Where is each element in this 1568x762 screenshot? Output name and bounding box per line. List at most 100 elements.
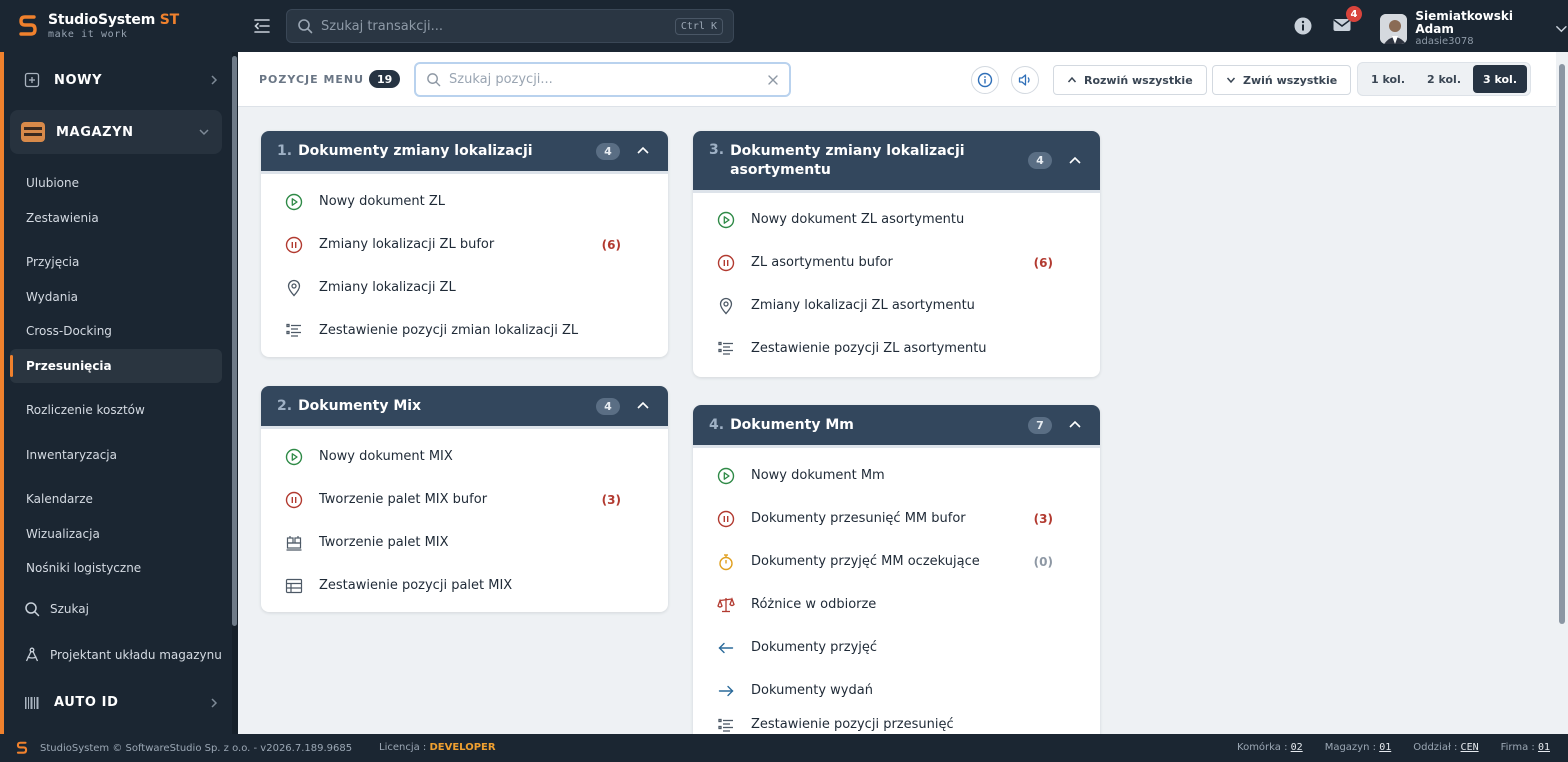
pause-circle-icon bbox=[285, 491, 303, 508]
chevron-up-icon[interactable] bbox=[634, 397, 652, 415]
arrow-left-icon bbox=[718, 642, 734, 653]
menu-row-label: Zestawienie pozycji przesunięć bbox=[751, 717, 954, 732]
menu-row[interactable]: Zmiany lokalizacji ZL asortymentu bbox=[693, 284, 1100, 327]
menu-row[interactable]: Tworzenie palet MIX bbox=[261, 521, 668, 564]
app-tagline: make it work bbox=[48, 28, 128, 40]
barcode-icon bbox=[25, 696, 39, 709]
sidebar-scrollbar-thumb[interactable] bbox=[232, 56, 237, 626]
search-icon bbox=[427, 73, 441, 87]
menu-row-label: Zmiany lokalizacji ZL bufor bbox=[319, 237, 495, 252]
footer-field-magazyn[interactable]: Magazyn : 01 bbox=[1325, 742, 1392, 753]
sidebar-item-przesuniecia[interactable]: Przesunięcia bbox=[10, 348, 222, 383]
menu-row[interactable]: Zestawienie pozycji przesunięć bbox=[693, 712, 1100, 734]
card-header[interactable]: 1. Dokumenty zmiany lokalizacji 4 bbox=[261, 131, 668, 174]
play-circle-icon bbox=[285, 193, 303, 210]
card-body: Nowy dokument ZL Zmiany lokalizacji ZL b… bbox=[261, 174, 668, 352]
menu-row[interactable]: Dokumenty przyjęć bbox=[693, 626, 1100, 669]
sidebar-item-ulubione[interactable]: Ulubione bbox=[4, 166, 238, 201]
chevron-up-icon[interactable] bbox=[634, 142, 652, 160]
sidebar-search[interactable]: Szukaj bbox=[4, 586, 238, 632]
menu-card: 4. Dokumenty Mm 7 Nowy dokument Mm Dokum… bbox=[693, 405, 1100, 734]
menu-row[interactable]: Dokumenty wydań bbox=[693, 669, 1100, 712]
sidebar-toggle-icon[interactable] bbox=[252, 16, 272, 36]
menu-row-label: Nowy dokument MIX bbox=[319, 449, 453, 464]
sound-button[interactable] bbox=[1011, 66, 1039, 94]
sidebar-item-inwentaryzacja[interactable]: Inwentaryzacja bbox=[4, 438, 238, 473]
menu-row[interactable]: Dokumenty przyjęć MM oczekujące (0) bbox=[693, 540, 1100, 583]
sidebar-section-label: NOWY bbox=[54, 72, 103, 88]
footer-field-oddzial[interactable]: Oddział : CEN bbox=[1413, 742, 1478, 753]
footer-field-firma[interactable]: Firma : 01 bbox=[1501, 742, 1550, 753]
menu-row-count: (6) bbox=[1033, 255, 1053, 270]
sidebar-search-label: Szukaj bbox=[50, 601, 89, 616]
brand[interactable]: StudioSystem ST make it work bbox=[0, 0, 238, 52]
menu-row[interactable]: Zestawienie pozycji ZL asortymentu bbox=[693, 327, 1100, 370]
menu-row[interactable]: Tworzenie palet MIX bufor (3) bbox=[261, 478, 668, 521]
footer-context: Komórka : 02 Magazyn : 01 Oddział : CEN … bbox=[1237, 742, 1550, 753]
menu-card: 3. Dokumenty zmiany lokalizacji asortyme… bbox=[693, 131, 1100, 377]
card-header[interactable]: 3. Dokumenty zmiany lokalizacji asortyme… bbox=[693, 131, 1100, 193]
sidebar-item-wydania[interactable]: Wydania bbox=[4, 280, 238, 315]
user-menu[interactable]: Siemiatkowski Adam adasie3078 bbox=[1380, 9, 1568, 47]
menu-row-label: Zestawienie pozycji ZL asortymentu bbox=[751, 341, 987, 356]
menu-row[interactable]: Dokumenty przesunięć MM bufor (3) bbox=[693, 497, 1100, 540]
collapse-all-button[interactable]: Zwiń wszystkie bbox=[1212, 65, 1352, 95]
sidebar-item-zestawienia[interactable]: Zestawienia bbox=[4, 201, 238, 236]
status-bar: StudioSystem © SoftwareStudio Sp. z o.o.… bbox=[0, 734, 1568, 762]
pause-circle-icon bbox=[717, 510, 735, 527]
play-circle-icon bbox=[285, 448, 303, 465]
info-button[interactable] bbox=[971, 66, 999, 94]
plus-square-icon bbox=[24, 72, 40, 88]
menu-row[interactable]: Nowy dokument ZL bbox=[261, 180, 668, 223]
transaction-search[interactable]: Ctrl K bbox=[286, 9, 734, 43]
sidebar-item-wizualizacja[interactable]: Wizualizacja bbox=[4, 517, 238, 552]
main-scrollbar-thumb[interactable] bbox=[1559, 64, 1565, 624]
sidebar-item-rozliczenie-kosztow[interactable]: Rozliczenie kosztów bbox=[4, 393, 238, 428]
sidebar-item-nosniki-logistyczne[interactable]: Nośniki logistyczne bbox=[4, 551, 238, 586]
position-search[interactable] bbox=[414, 62, 791, 97]
footer-field-komorka[interactable]: Komórka : 02 bbox=[1237, 742, 1303, 753]
card-number: 4. bbox=[709, 417, 725, 433]
card-title: Dokumenty zmiany lokalizacji bbox=[298, 142, 533, 159]
menu-row-label: Dokumenty przyjęć MM oczekujące bbox=[751, 554, 980, 569]
column-option-3[interactable]: 3 kol. bbox=[1473, 65, 1527, 93]
sidebar-item-przyjecia[interactable]: Przyjęcia bbox=[4, 245, 238, 280]
card-header[interactable]: 4. Dokumenty Mm 7 bbox=[693, 405, 1100, 448]
menu-row[interactable]: ZL asortymentu bufor (6) bbox=[693, 241, 1100, 284]
menu-row-count: (3) bbox=[1033, 511, 1053, 526]
expand-all-button[interactable]: Rozwiń wszystkie bbox=[1053, 65, 1207, 95]
column-option-2[interactable]: 2 kol. bbox=[1417, 65, 1471, 93]
menu-row[interactable]: Nowy dokument MIX bbox=[261, 435, 668, 478]
menu-row[interactable]: Zmiany lokalizacji ZL bufor (6) bbox=[261, 223, 668, 266]
chevron-down-icon bbox=[1226, 77, 1236, 84]
menu-row[interactable]: Różnice w odbiorze bbox=[693, 583, 1100, 626]
transaction-search-input[interactable] bbox=[321, 18, 675, 34]
menu-row[interactable]: Zmiany lokalizacji ZL bbox=[261, 266, 668, 309]
speaker-icon bbox=[1018, 74, 1030, 86]
sidebar-section-new[interactable]: NOWY bbox=[4, 60, 238, 100]
chevron-down-icon bbox=[1556, 25, 1567, 32]
menu-row[interactable]: Zestawienie pozycji zmian lokalizacji ZL bbox=[261, 309, 668, 352]
chevron-up-icon[interactable] bbox=[1066, 152, 1084, 170]
menu-row[interactable]: Zestawienie pozycji palet MIX bbox=[261, 564, 668, 607]
card-count-badge: 4 bbox=[596, 397, 620, 415]
sidebar-section-autoid[interactable]: AUTO ID bbox=[4, 678, 238, 728]
menu-row[interactable]: Nowy dokument ZL asortymentu bbox=[693, 198, 1100, 241]
sidebar-warehouse-designer[interactable]: Projektant układu magazynu bbox=[4, 632, 238, 678]
card-count-badge: 4 bbox=[596, 142, 620, 160]
sidebar-section-magazyn[interactable]: MAGAZYN bbox=[10, 110, 222, 154]
card-header[interactable]: 2. Dokumenty Mix 4 bbox=[261, 386, 668, 429]
info-icon[interactable] bbox=[1293, 16, 1313, 36]
position-search-input[interactable] bbox=[449, 72, 767, 87]
sidebar-item-cross-docking[interactable]: Cross-Docking bbox=[4, 314, 238, 349]
sidebar-section-label: AUTO ID bbox=[54, 695, 119, 710]
column-option-1[interactable]: 1 kol. bbox=[1361, 65, 1415, 93]
menu-row[interactable]: Nowy dokument Mm bbox=[693, 454, 1100, 497]
clear-icon[interactable] bbox=[767, 74, 779, 86]
list-icon bbox=[718, 718, 733, 732]
column-switcher: 1 kol. 2 kol. 3 kol. bbox=[1357, 62, 1531, 96]
menu-row-label: Nowy dokument Mm bbox=[751, 468, 885, 483]
chevron-up-icon[interactable] bbox=[1066, 416, 1084, 434]
sidebar-item-kalendarze[interactable]: Kalendarze bbox=[4, 482, 238, 517]
card-number: 2. bbox=[277, 398, 293, 414]
